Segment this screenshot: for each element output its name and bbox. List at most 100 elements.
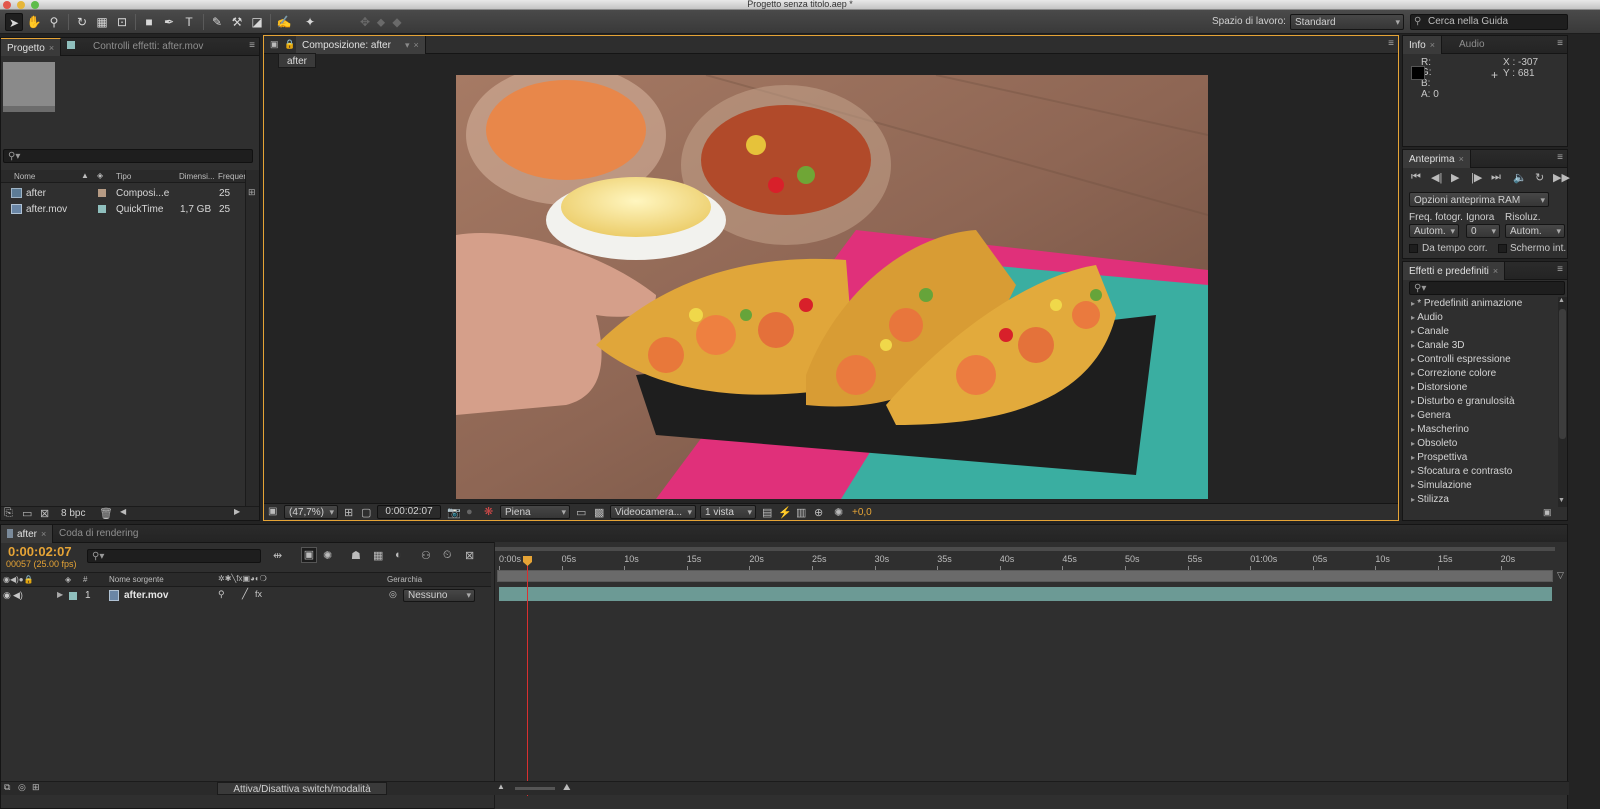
layer-name[interactable]: after.mov [124,590,168,601]
exposure-value[interactable]: +0,0 [852,507,872,518]
text-tool-icon[interactable]: T [180,13,198,31]
effects-category-item[interactable]: Canale 3D [1411,339,1464,353]
toggle-switches-modes-button[interactable]: Attiva/Disattiva switch/modalità [217,782,387,795]
column-type[interactable]: Tipo [116,172,131,181]
play-icon[interactable]: ▶ [1451,171,1459,184]
new-folder-icon[interactable]: ▭ [22,507,32,520]
close-icon[interactable]: × [41,529,46,539]
region-of-interest-icon[interactable]: ▭ [576,506,586,519]
zoom-out-icon[interactable]: ▲ [497,782,505,791]
quality-switch-icon[interactable]: ╱ [242,589,248,600]
column-size[interactable]: Dimensi... [179,172,215,181]
trash-icon[interactable]: 🗑 [99,507,113,520]
scroll-left-icon[interactable]: ◀ [120,507,126,516]
flowchart-icon[interactable]: ⊕ [814,506,823,519]
tab-composition[interactable]: Composizione: after ▾ × [296,36,426,54]
tab-preview[interactable]: Anteprima × [1403,150,1471,168]
bit-depth-button[interactable]: 8 bpc [61,508,85,519]
comp-mini-flowchart-icon[interactable]: ⇹ [273,549,282,562]
selection-tool-icon[interactable]: ➤ [5,13,23,31]
pen-tool-icon[interactable]: ✒ [160,13,178,31]
effects-category-item[interactable]: Obsoleto [1411,437,1457,451]
tab-timeline-after[interactable]: after × [1,525,54,543]
pixel-aspect-icon[interactable]: ▤ [762,506,772,519]
effects-category-item[interactable]: Controlli espressione [1411,353,1510,367]
panel-menu-icon[interactable]: ≡ [1388,38,1394,49]
zoom-slider[interactable] [515,787,555,790]
close-icon[interactable]: × [49,43,54,53]
transparency-grid-icon[interactable]: ▩ [594,506,604,519]
last-frame-icon[interactable]: ⏭ [1491,171,1501,184]
rotate-tool-icon[interactable]: ↻ [73,13,91,31]
frame-blending-icon[interactable]: ▦ [373,549,383,562]
effects-category-item[interactable]: Distorsione [1411,381,1467,395]
close-icon[interactable]: × [1430,40,1435,50]
panel-menu-icon[interactable]: ≡ [1557,38,1563,49]
roto-brush-tool-icon[interactable]: ✍ [275,13,293,31]
current-time-display[interactable]: 0:00:02:07 [8,544,72,559]
loop-icon[interactable]: ↻ [1535,171,1544,184]
lock-icon[interactable]: ▣ [270,39,279,50]
list-item[interactable]: after.mov QuickTime 1,7 GB 25 [1,202,245,217]
flowchart-icon[interactable]: ⊞ [248,187,256,198]
column-name[interactable]: Nome [14,172,35,181]
current-time-indicator[interactable] [527,556,528,796]
view-layout-select[interactable]: 1 vista [700,505,756,519]
effects-category-item[interactable]: Simulazione [1411,479,1471,493]
new-preset-icon[interactable]: ▣ [1543,507,1552,518]
effects-scrollbar[interactable]: ▲ ▼ [1558,297,1567,507]
tab-effect-controls[interactable]: Controlli effetti: after.mov [61,38,209,56]
skip-select[interactable]: 0 [1466,224,1500,238]
label-color-swatch[interactable] [98,189,106,197]
help-search-input[interactable]: ⚲ Cerca nella Guida [1410,14,1568,30]
tab-effects-presets[interactable]: Effetti e predefiniti × [1403,262,1506,280]
hide-shy-layers-icon[interactable]: ☗ [351,549,361,562]
close-icon[interactable]: × [1459,154,1464,164]
effects-category-item[interactable]: Stilizza [1411,493,1449,507]
label-column-icon[interactable]: ◈ [97,171,103,180]
ram-preview-options-select[interactable]: Opzioni anteprima RAM [1409,192,1549,208]
brainstorm-icon[interactable]: ⚇ [421,549,431,562]
layer-row[interactable]: ◉ ◀) ▶ 1 after.mov ⚲ ╱ fx ◎ Nessuno [1,588,491,604]
expand-switches-icon[interactable]: ⧉ [4,782,10,793]
effects-category-item[interactable]: Prospettiva [1411,451,1467,465]
chevron-down-icon[interactable]: ▾ [405,40,410,50]
effects-category-item[interactable]: Correzione colore [1411,367,1496,381]
interpret-footage-icon[interactable]: ⎘ [4,507,13,520]
magnification-select[interactable]: (47,7%) [284,505,338,519]
camera-tool-icon[interactable]: ▦ [93,13,111,31]
previous-frame-icon[interactable]: ◀| [1431,171,1442,184]
resolution-select[interactable]: Piena [500,505,570,519]
column-source-name[interactable]: Nome sorgente [109,575,164,584]
label-color-swatch[interactable] [98,205,106,213]
effects-category-item[interactable]: Canale [1411,325,1449,339]
effects-category-item[interactable]: * Predefiniti animazione [1411,297,1522,311]
show-snapshot-icon[interactable]: ● [466,506,473,518]
effects-category-item[interactable]: Audio [1411,311,1443,325]
zoom-in-icon[interactable]: ⛰ [563,782,571,793]
panel-menu-icon[interactable]: ≡ [1557,264,1563,275]
scroll-right-icon[interactable]: ▶ [234,507,240,516]
effects-category-item[interactable]: Genera [1411,409,1450,423]
hand-tool-icon[interactable]: ✋ [25,13,43,31]
live-update-icon[interactable]: ▣ [301,547,317,563]
audio-icon[interactable]: ◀) [13,590,23,601]
visibility-icon[interactable]: ◉ [3,590,11,601]
layer-duration-bar[interactable] [499,587,1552,601]
puppet-tool-icon[interactable]: ✦ [301,13,319,31]
close-icon[interactable]: × [413,40,418,50]
brush-tool-icon[interactable]: ✎ [208,13,226,31]
motion-blur-icon[interactable]: ◐ [395,549,402,561]
audio-icon[interactable]: 🔈 [1513,171,1527,184]
ram-preview-icon[interactable]: ▶▶ [1553,171,1570,184]
effects-category-item[interactable]: Sfocatura e contrasto [1411,465,1512,479]
clone-stamp-tool-icon[interactable]: ⚒ [228,13,246,31]
breadcrumb[interactable]: after [278,53,317,68]
effects-category-item[interactable]: Disturbo e granulosità [1411,395,1514,409]
from-current-time-checkbox[interactable] [1409,244,1418,253]
draft-3d-icon[interactable]: ✺ [323,549,332,562]
new-composition-icon[interactable]: ⊠ [40,507,49,520]
snapshot-icon[interactable]: 📷 [447,506,461,519]
project-scrollbar[interactable]: ⊞ [245,170,259,506]
expand-arrow-icon[interactable]: ▶ [57,590,63,599]
